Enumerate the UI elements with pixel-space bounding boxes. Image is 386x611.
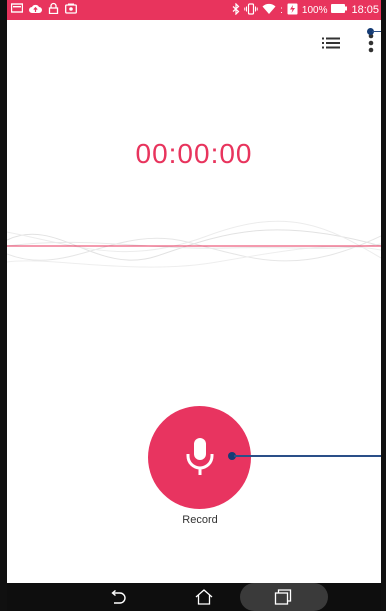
- recording-timer: 00:00:00: [135, 138, 253, 169]
- bluetooth-icon: [232, 2, 240, 18]
- notification-icons: [10, 1, 77, 19]
- device-frame-left: [0, 0, 7, 611]
- recording-list-button[interactable]: [318, 34, 344, 52]
- recent-apps-icon: [274, 589, 292, 605]
- callout-line-menu: [372, 31, 381, 32]
- vibrate-icon: [244, 2, 258, 18]
- system-status-icons: : 100% 18:05: [232, 2, 379, 18]
- home-icon: [195, 589, 213, 605]
- status-clock: 18:05: [351, 4, 379, 16]
- recent-apps-button[interactable]: [269, 585, 297, 609]
- back-button[interactable]: [104, 585, 132, 609]
- waveform: [7, 220, 381, 268]
- record-label: Record: [182, 514, 218, 526]
- battery-percent: 100%: [301, 4, 328, 16]
- message-icon: [10, 1, 24, 19]
- microphone-icon: [186, 437, 213, 475]
- back-icon: [111, 590, 126, 604]
- more-options-icon: [368, 33, 374, 53]
- cloud-upload-icon: [29, 1, 42, 19]
- signal-separator: :: [280, 4, 283, 16]
- status-bar: : 100% 18:05: [7, 0, 381, 20]
- battery-icon: [331, 4, 348, 16]
- home-button[interactable]: [190, 585, 218, 609]
- battery-charging-icon: [287, 3, 298, 18]
- lock-icon: [48, 1, 59, 19]
- recorder-screen: : 100% 18:05 00:00:00 Record: [0, 0, 386, 611]
- wifi-icon: [262, 3, 276, 18]
- navigation-bar: [7, 583, 381, 611]
- screenshot-icon: [65, 1, 77, 19]
- list-icon: [322, 37, 340, 49]
- callout-line-record: [234, 455, 381, 457]
- device-frame-right: [381, 0, 386, 611]
